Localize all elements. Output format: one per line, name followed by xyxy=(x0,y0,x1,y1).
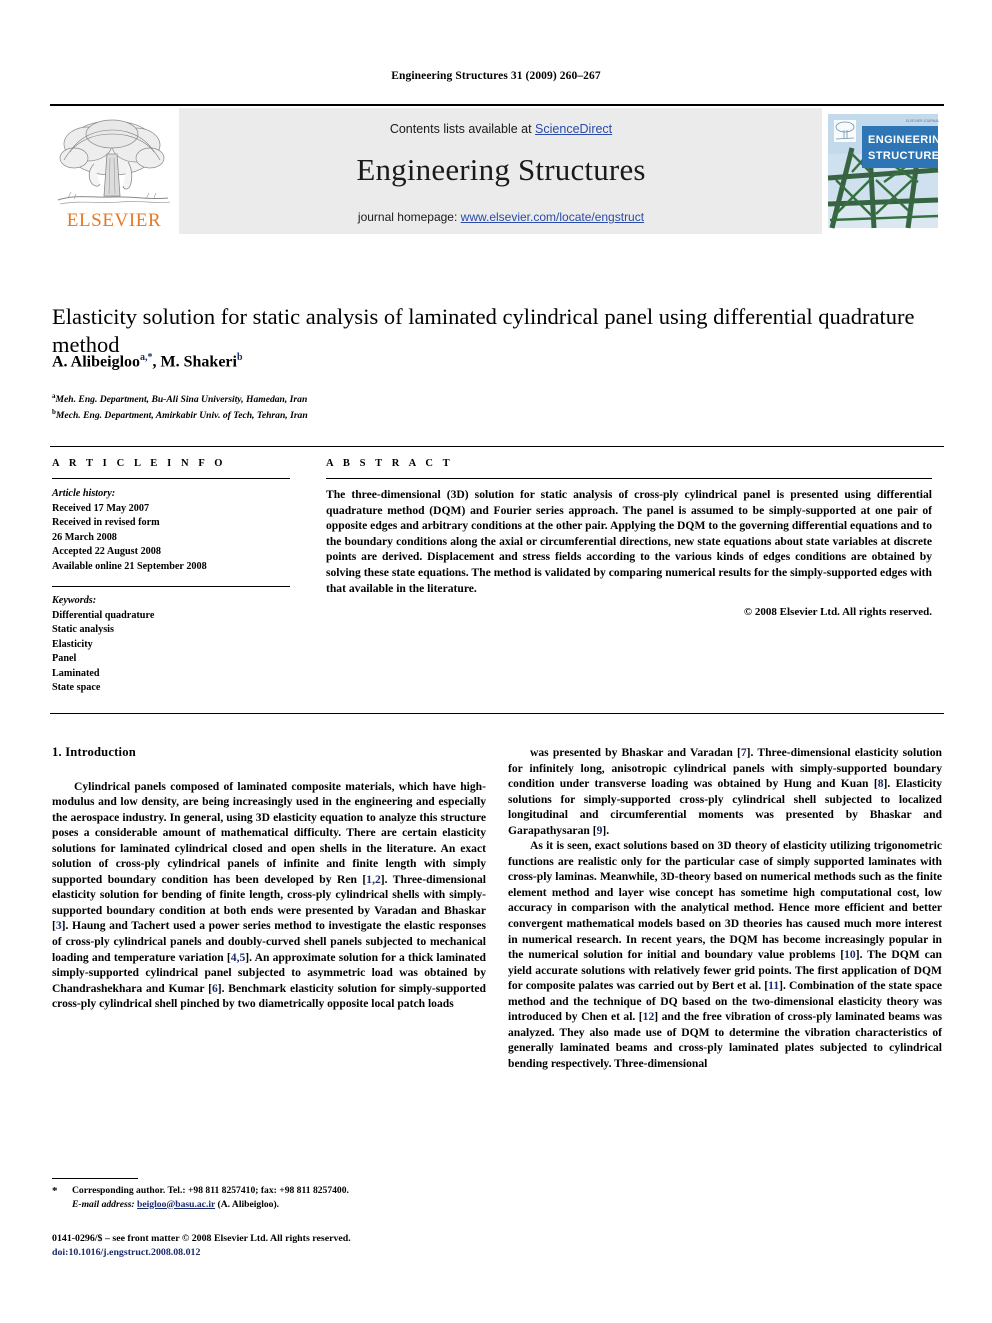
abstract-rule xyxy=(326,478,932,479)
abstract-heading: A B S T R A C T xyxy=(326,458,454,469)
footnote-body: Corresponding author. Tel.: +98 811 8257… xyxy=(52,1184,492,1211)
footnote-corresponding-text: Corresponding author. Tel.: +98 811 8257… xyxy=(72,1185,349,1196)
page-title: Elasticity solution for static analysis … xyxy=(52,304,915,358)
keyword-item: Elasticity xyxy=(52,638,93,650)
divider-above-info xyxy=(50,446,944,447)
elsevier-wordmark: ELSEVIER xyxy=(66,210,162,231)
journal-cover-thumbnail: ENGINEERING STRUCTURES ELSEVIER JOURNAL xyxy=(822,108,944,234)
keyword-item: Differential quadrature xyxy=(52,609,155,621)
footnote-email-owner: (A. Alibeigloo). xyxy=(217,1198,280,1210)
journal-homepage-line: journal homepage: www.elsevier.com/locat… xyxy=(179,210,823,224)
body-column-right: was presented by Bhaskar and Varadan [7]… xyxy=(508,745,942,1071)
journal-masthead: ELSEVIER Contents lists available at Sci… xyxy=(50,104,944,234)
history-line: Received in revised form xyxy=(52,517,160,528)
running-head: Engineering Structures 31 (2009) 260–267 xyxy=(391,70,601,82)
keywords-list: Differential quadrature Static analysis … xyxy=(52,609,290,696)
author-list: A. Alibeiglooa,*, M. Shakerib xyxy=(52,352,243,371)
history-line: Available online 21 September 2008 xyxy=(52,560,207,572)
body-column-left: 1. Introduction Cylindrical panels compo… xyxy=(52,745,486,1012)
front-matter-line: 0141-0296/$ – see front matter © 2008 El… xyxy=(52,1233,351,1244)
article-history-lines: Received 17 May 2007 Received in revised… xyxy=(52,502,290,575)
svg-text:ELSEVIER JOURNAL: ELSEVIER JOURNAL xyxy=(906,119,939,123)
doi-line: doi:10.1016/j.engstruct.2008.08.012 xyxy=(52,1247,201,1258)
paragraph: was presented by Bhaskar and Varadan [7]… xyxy=(508,746,942,837)
section-heading-introduction: 1. Introduction xyxy=(52,745,136,759)
affiliation-a: aMeh. Eng. Department, Bu-Ali Sina Unive… xyxy=(52,390,652,406)
keywords-label: Keywords: xyxy=(52,595,97,606)
journal-homepage-label: journal homepage: xyxy=(357,210,461,224)
history-line: Received 17 May 2007 xyxy=(52,502,150,514)
keywords-rule xyxy=(52,586,290,587)
paragraph: As it is seen, exact solutions based on … xyxy=(508,839,943,1070)
article-info-block: A R T I C L E I N F O Article history: R… xyxy=(52,458,290,696)
elsevier-logo: ELSEVIER xyxy=(50,108,178,234)
svg-text:ENGINEERING: ENGINEERING xyxy=(868,134,944,146)
paragraph: Cylindrical panels composed of laminated… xyxy=(52,779,486,1011)
keyword-item: Panel xyxy=(52,653,77,664)
divider-below-abstract xyxy=(50,713,944,714)
svg-text:STRUCTURES: STRUCTURES xyxy=(868,150,944,162)
contents-list-line: Contents lists available at ScienceDirec… xyxy=(179,122,823,136)
corresponding-author-footnote: * Corresponding author. Tel.: +98 811 82… xyxy=(52,1184,492,1211)
abstract-text: The three-dimensional (3D) solution for … xyxy=(326,488,932,595)
article-info-rule xyxy=(52,478,290,479)
page-footer: 0141-0296/$ – see front matter © 2008 El… xyxy=(52,1232,552,1260)
journal-article-page: Engineering Structures 31 (2009) 260–267 xyxy=(0,0,992,1323)
sciencedirect-link[interactable]: ScienceDirect xyxy=(535,122,612,136)
contents-list-label: Contents lists available at xyxy=(389,122,536,136)
affiliation-b: bMech. Eng. Department, Amirkabir Univ. … xyxy=(52,406,652,422)
keyword-item: State space xyxy=(52,682,101,693)
keyword-item: Laminated xyxy=(52,667,100,679)
keyword-item: Static analysis xyxy=(52,624,114,635)
history-line: 26 March 2008 xyxy=(52,531,117,543)
article-history-label: Article history: xyxy=(52,488,116,499)
sciencedirect-band: Contents lists available at ScienceDirec… xyxy=(178,108,823,234)
affiliation-b-text: Mech. Eng. Department, Amirkabir Univ. o… xyxy=(55,410,308,422)
affiliation-list: aMeh. Eng. Department, Bu-Ali Sina Unive… xyxy=(52,390,652,422)
history-line: Accepted 22 August 2008 xyxy=(52,546,161,557)
article-info-heading: A R T I C L E I N F O xyxy=(52,458,227,469)
journal-title: Engineering Structures xyxy=(356,152,646,187)
footnote-divider xyxy=(52,1178,138,1179)
abstract-block: A B S T R A C T The three-dimensional (3… xyxy=(326,458,932,618)
footnote-email-label: E-mail address: xyxy=(72,1198,135,1210)
affiliation-a-text: Meh. Eng. Department, Bu-Ali Sina Univer… xyxy=(55,394,308,406)
abstract-copyright: © 2008 Elsevier Ltd. All rights reserved… xyxy=(743,606,932,619)
journal-homepage-link[interactable]: www.elsevier.com/locate/engstruct xyxy=(461,210,644,224)
footnote-marker: * xyxy=(52,1185,58,1197)
footnote-email-link[interactable]: beigloo@basu.ac.ir xyxy=(137,1199,215,1210)
